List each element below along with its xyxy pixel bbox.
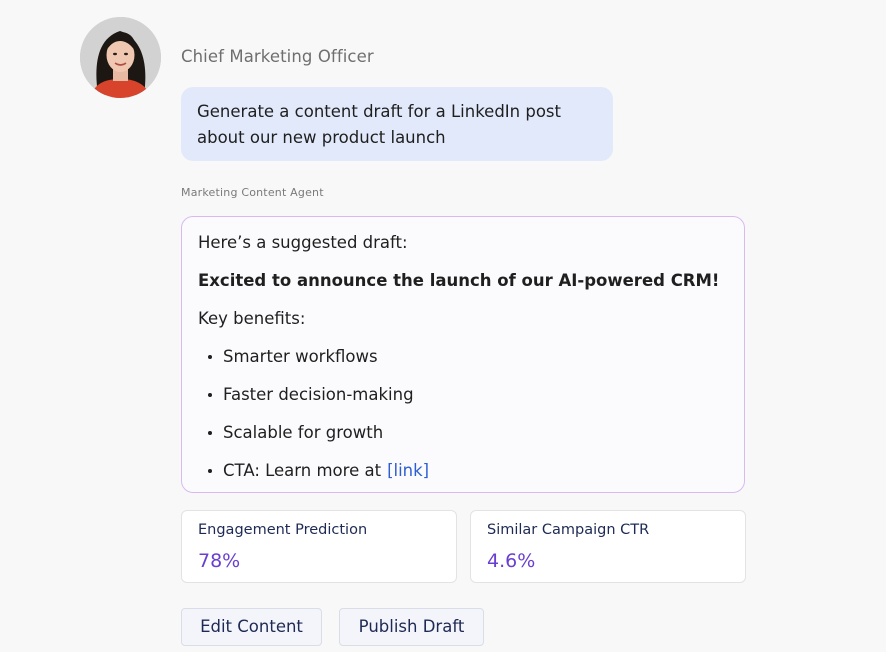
bullet-icon: [208, 469, 212, 473]
bullet-icon: [208, 355, 212, 359]
benefits-label: Key benefits:: [198, 309, 306, 328]
metric-value: 78%: [198, 550, 241, 572]
cta-link[interactable]: [link]: [387, 459, 429, 483]
benefits-list: Smarter workflows Faster decision-making…: [198, 345, 728, 483]
metric-card-ctr: Similar Campaign CTR 4.6%: [470, 510, 746, 583]
metric-value: 4.6%: [487, 550, 536, 572]
chat-conversation: Chief Marketing Officer Generate a conte…: [0, 0, 886, 652]
user-message-bubble: Generate a content draft for a LinkedIn …: [181, 87, 613, 161]
metric-title: Engagement Prediction: [198, 522, 368, 538]
list-item: Scalable for growth: [208, 421, 728, 445]
edit-content-button[interactable]: Edit Content: [181, 608, 322, 646]
bullet-icon: [208, 431, 212, 435]
list-item-text: Faster decision-making: [223, 385, 414, 404]
list-item: CTA: Learn more at [link]: [208, 459, 728, 483]
agent-label: Marketing Content Agent: [181, 186, 324, 199]
list-item-text: CTA: Learn more at: [223, 461, 382, 480]
metric-card-engagement: Engagement Prediction 78%: [181, 510, 457, 583]
publish-draft-button[interactable]: Publish Draft: [339, 608, 484, 646]
draft-headline: Excited to announce the launch of our AI…: [198, 271, 720, 290]
metric-title: Similar Campaign CTR: [487, 522, 650, 538]
agent-intro-text: Here’s a suggested draft:: [198, 233, 408, 252]
user-message-text: Generate a content draft for a LinkedIn …: [197, 102, 561, 147]
bullet-icon: [208, 393, 212, 397]
list-item: Smarter workflows: [208, 345, 728, 369]
sender-name: Chief Marketing Officer: [181, 47, 374, 66]
list-item: Faster decision-making: [208, 383, 728, 407]
agent-response-bubble: Here’s a suggested draft: Excited to ann…: [181, 216, 745, 493]
avatar-portrait-icon: [80, 17, 161, 98]
list-item-text: Scalable for growth: [223, 423, 384, 442]
user-avatar: [80, 17, 161, 98]
list-item-text: Smarter workflows: [223, 347, 378, 366]
